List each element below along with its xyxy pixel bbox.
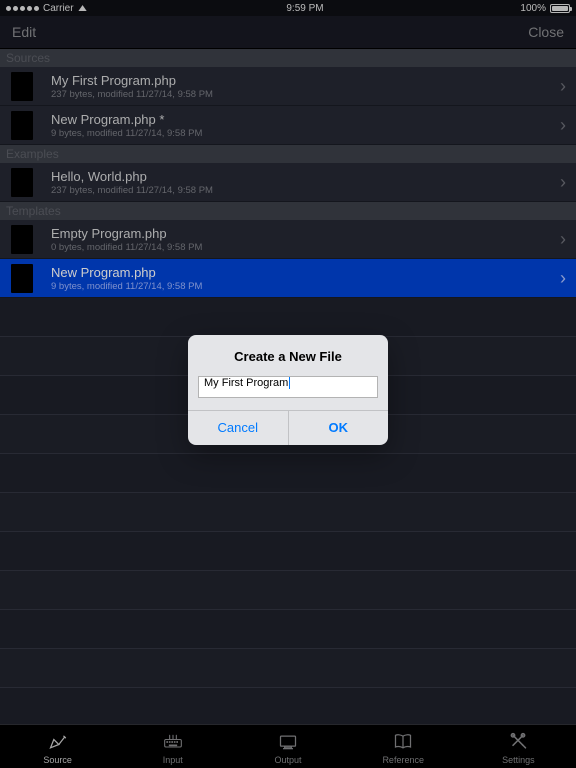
text-caret-icon [289,377,290,389]
modal-overlay: Create a New File My First Program Cance… [0,0,576,768]
ok-button[interactable]: OK [288,411,389,445]
filename-input[interactable]: My First Program [198,376,378,398]
create-file-dialog: Create a New File My First Program Cance… [188,335,388,445]
cancel-button[interactable]: Cancel [188,411,288,445]
dialog-title: Create a New File [188,335,388,376]
filename-input-value: My First Program [204,377,288,389]
